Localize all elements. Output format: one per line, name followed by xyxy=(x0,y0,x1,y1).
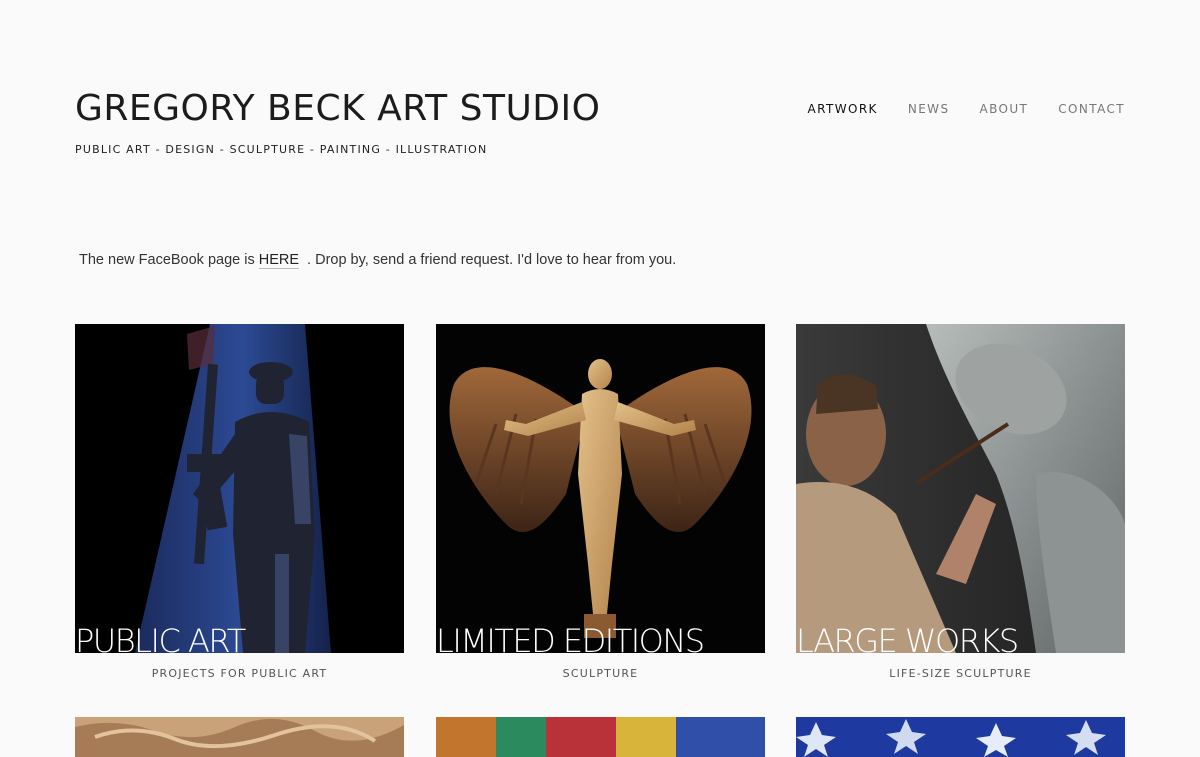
gallery-tile-public-art[interactable]: PUBLIC ART PROJECTS FOR PUBLIC ART xyxy=(75,324,404,681)
announcement-text-before: The new FaceBook page is xyxy=(79,252,259,268)
soldier-statue-image xyxy=(75,324,404,653)
nav-about[interactable]: ABOUT xyxy=(979,101,1028,117)
painting-image[interactable] xyxy=(436,717,765,757)
nav-contact[interactable]: CONTACT xyxy=(1058,101,1125,117)
announcement: The new FaceBook page is HERE . Drop by, … xyxy=(79,250,676,270)
facebook-link[interactable]: HERE xyxy=(258,252,300,269)
site-tagline: PUBLIC ART - DESIGN - SCULPTURE - PAINTI… xyxy=(75,143,488,156)
gallery-tile-large-works[interactable]: LARGE WORKS LIFE-SIZE SCULPTURE xyxy=(796,324,1125,681)
tile-overlay-title: LARGE WORKS xyxy=(796,622,1019,653)
limited-editions-image[interactable]: LIMITED EDITIONS xyxy=(436,324,765,653)
tile-caption[interactable]: LIFE-SIZE SCULPTURE xyxy=(796,667,1125,681)
announcement-text-after: . Drop by, send a friend request. I'd lo… xyxy=(307,252,677,268)
site-title[interactable]: GREGORY BECK ART STUDIO xyxy=(75,86,600,132)
sculptor-at-work-image xyxy=(796,324,1125,653)
gallery-tile-relief[interactable] xyxy=(75,717,404,757)
stars-illustration-image xyxy=(796,717,1125,757)
large-works-image[interactable]: LARGE WORKS xyxy=(796,324,1125,653)
illustration-image[interactable] xyxy=(796,717,1125,757)
relief-image[interactable] xyxy=(75,717,404,757)
gallery-tile-illustration[interactable] xyxy=(796,717,1125,757)
tile-caption[interactable]: SCULPTURE xyxy=(436,667,765,681)
winged-figure-image xyxy=(436,324,765,653)
relief-carving-image xyxy=(75,717,404,757)
gallery-tile-limited-editions[interactable]: LIMITED EDITIONS SCULPTURE xyxy=(436,324,765,681)
main-nav: ARTWORK NEWS ABOUT CONTACT xyxy=(808,101,1126,117)
gallery-tile-painting[interactable] xyxy=(436,717,765,757)
tile-overlay-title: PUBLIC ART xyxy=(75,622,246,653)
tile-overlay-title: LIMITED EDITIONS xyxy=(436,622,705,653)
tile-caption[interactable]: PROJECTS FOR PUBLIC ART xyxy=(75,667,404,681)
abstract-painting-image xyxy=(436,717,765,757)
nav-artwork[interactable]: ARTWORK xyxy=(808,101,878,117)
nav-news[interactable]: NEWS xyxy=(908,101,950,117)
public-art-image[interactable]: PUBLIC ART xyxy=(75,324,404,653)
